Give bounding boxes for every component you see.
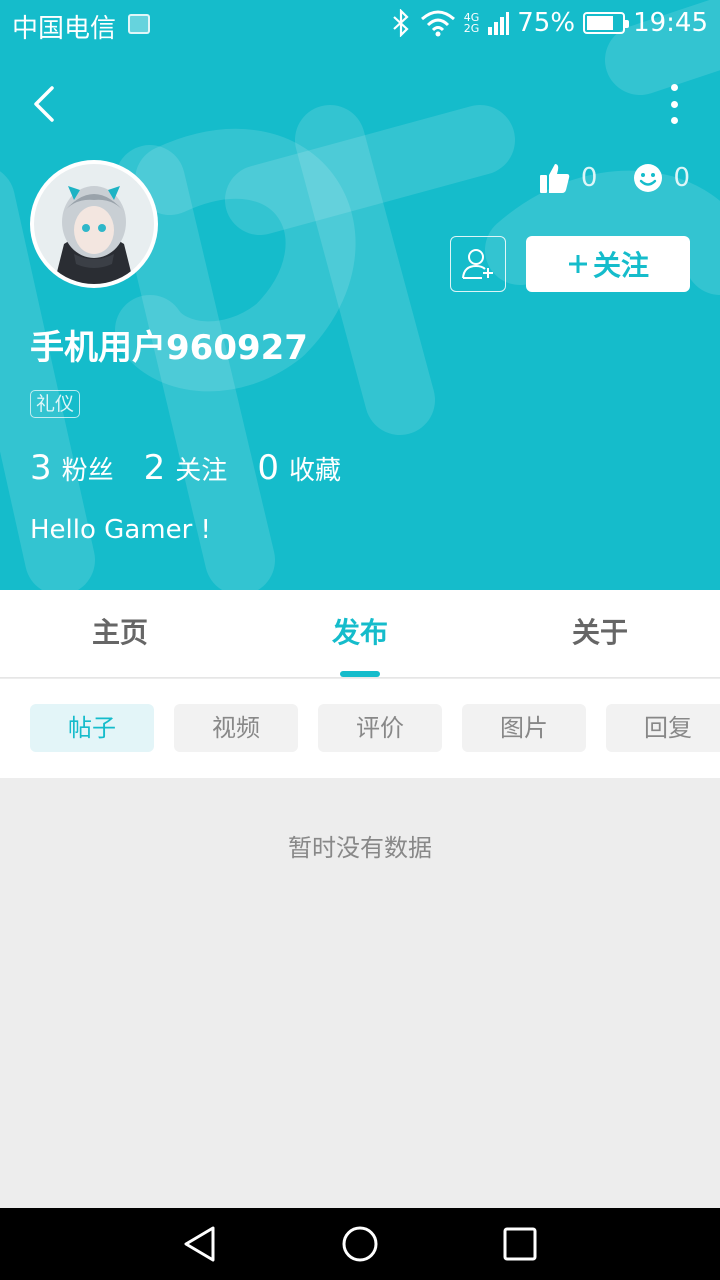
likes-stat[interactable]: 0 <box>539 162 598 194</box>
tab-home-label: 主页 <box>91 616 148 649</box>
signal-icon <box>488 12 510 35</box>
tab-about-label: 关于 <box>571 616 628 649</box>
battery-icon <box>583 12 630 34</box>
chevron-left-icon <box>34 86 54 122</box>
following-count: 2 <box>143 448 166 488</box>
more-dot-icon <box>670 100 678 108</box>
clock: 19:45 <box>633 8 708 38</box>
filter-chip-reviews[interactable]: 评价 <box>318 704 442 752</box>
likes-count: 0 <box>580 163 598 193</box>
plus-icon <box>568 255 587 273</box>
emoji-stat[interactable]: 0 <box>633 162 690 194</box>
battery-level <box>587 16 613 30</box>
image-notification-icon <box>128 14 150 34</box>
user-badge: 礼仪 <box>30 390 81 418</box>
follow-button[interactable]: 关注 <box>526 236 690 292</box>
wifi-icon <box>420 10 455 37</box>
nav-back-button[interactable] <box>180 1224 220 1264</box>
more-dot-icon <box>670 117 678 124</box>
add-user-icon <box>462 249 493 279</box>
profile-bio: Hello Gamer ! <box>30 515 211 545</box>
nav-recents-button[interactable] <box>500 1224 540 1264</box>
system-nav-bar <box>0 1208 720 1280</box>
username: 手机用户960927 <box>30 328 308 368</box>
favorites-count: 0 <box>257 448 279 488</box>
follow-button-label: 关注 <box>592 249 649 282</box>
empty-state-text: 暂时没有数据 <box>288 834 432 862</box>
smiley-icon <box>634 164 663 192</box>
favorites-count-item[interactable]: 0 收藏 <box>257 448 341 488</box>
avatar-image <box>34 164 154 284</box>
bluetooth-icon <box>392 9 409 37</box>
carrier-label: 中国电信 <box>12 14 117 44</box>
filter-chip-videos[interactable]: 视频 <box>174 704 298 752</box>
following-count-item[interactable]: 2 关注 <box>144 448 228 488</box>
avatar[interactable] <box>30 160 158 288</box>
fans-count: 3 <box>30 448 52 488</box>
fans-count-item[interactable]: 3 粉丝 <box>30 448 114 488</box>
network-2g-label: 2G <box>463 22 480 35</box>
profile-counts: 3 粉丝 2 关注 0 收藏 <box>30 448 341 488</box>
following-label: 关注 <box>175 456 228 486</box>
favorites-label: 收藏 <box>288 456 341 486</box>
triangle-back-icon <box>184 1226 215 1262</box>
emoji-count: 0 <box>673 163 690 193</box>
content-filter-bar: 帖子 视频 评价 图片 回复 <box>0 679 720 778</box>
square-recents-icon <box>503 1227 537 1261</box>
active-tab-indicator <box>340 671 380 677</box>
nav-home-button[interactable] <box>340 1224 380 1264</box>
more-menu-button[interactable] <box>668 84 680 124</box>
thumbs-up-icon <box>539 164 570 193</box>
filter-chip-images[interactable]: 图片 <box>462 704 586 752</box>
filter-chip-threads[interactable]: 帖子 <box>30 704 154 752</box>
back-button[interactable] <box>26 82 66 126</box>
circle-home-icon <box>342 1226 378 1262</box>
fans-label: 粉丝 <box>61 456 114 486</box>
profile-tabs: 主页 发布 关于 <box>0 590 720 678</box>
network-type: 4G 2G <box>464 12 480 34</box>
battery-percent: 75% <box>517 8 576 38</box>
tab-posts-label: 发布 <box>331 616 388 649</box>
tab-about[interactable]: 关于 <box>480 590 720 677</box>
status-bar: 中国电信 4G 2G 75% 19:45 <box>0 0 720 50</box>
reaction-stats: 0 0 <box>539 162 690 194</box>
watermark-logo <box>0 0 720 590</box>
more-dot-icon <box>670 84 678 91</box>
tab-home[interactable]: 主页 <box>0 590 240 677</box>
profile-header: 中国电信 4G 2G 75% 19:45 0 0 关注 手机用户960927 礼… <box>0 0 720 590</box>
add-friend-button[interactable] <box>450 236 506 292</box>
filter-chip-replies[interactable]: 回复 <box>606 704 720 752</box>
tab-posts[interactable]: 发布 <box>240 590 480 677</box>
